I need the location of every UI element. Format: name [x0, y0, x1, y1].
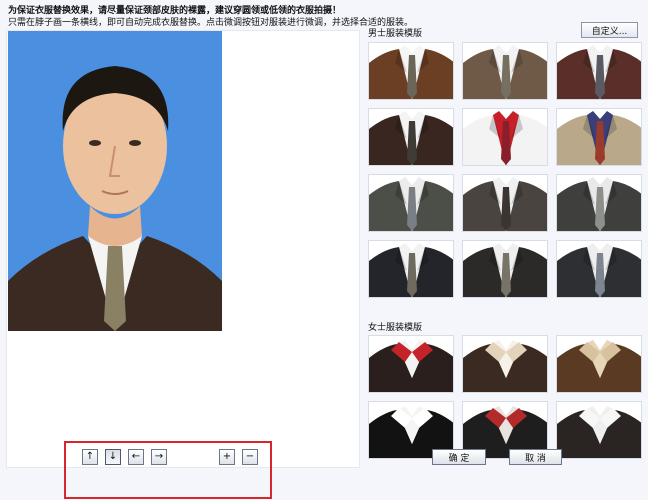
- move-right-button[interactable]: →: [151, 449, 167, 465]
- move-left-button[interactable]: ←: [128, 449, 144, 465]
- male-suit-template-4[interactable]: [368, 108, 454, 166]
- move-down-button[interactable]: ↓: [105, 449, 121, 465]
- move-up-button[interactable]: ↑: [82, 449, 98, 465]
- male-suit-template-9[interactable]: [556, 174, 642, 232]
- male-suit-template-5[interactable]: [462, 108, 548, 166]
- female-outfit-template-1[interactable]: [368, 335, 454, 393]
- female-templates-grid: [368, 335, 642, 459]
- male-suit-template-8[interactable]: [462, 174, 548, 232]
- zoom-out-button[interactable]: −: [242, 449, 258, 465]
- female-outfit-template-3[interactable]: [556, 335, 642, 393]
- male-suit-template-7[interactable]: [368, 174, 454, 232]
- male-templates-grid: [368, 42, 642, 298]
- zoom-in-button[interactable]: +: [219, 449, 235, 465]
- male-suit-template-11[interactable]: [462, 240, 548, 298]
- male-suit-template-6[interactable]: [556, 108, 642, 166]
- ok-button[interactable]: 确 定: [432, 449, 486, 465]
- male-templates-label: 男士服装模版: [368, 29, 423, 39]
- hint-text: 只需在脖子画一条横线，即可自动完成衣服替换。点击微调按钮对服装进行微调，并选择合…: [8, 18, 414, 28]
- male-suit-template-1[interactable]: [368, 42, 454, 100]
- male-suit-template-10[interactable]: [368, 240, 454, 298]
- cancel-button[interactable]: 取 消: [509, 449, 562, 465]
- female-outfit-template-6[interactable]: [556, 401, 642, 459]
- portrait-photo[interactable]: [8, 31, 222, 331]
- male-suit-template-2[interactable]: [462, 42, 548, 100]
- male-suit-template-12[interactable]: [556, 240, 642, 298]
- male-suit-template-3[interactable]: [556, 42, 642, 100]
- female-templates-label: 女士服装模版: [368, 323, 423, 333]
- custom-button[interactable]: 自定义...: [581, 22, 638, 38]
- female-outfit-template-2[interactable]: [462, 335, 548, 393]
